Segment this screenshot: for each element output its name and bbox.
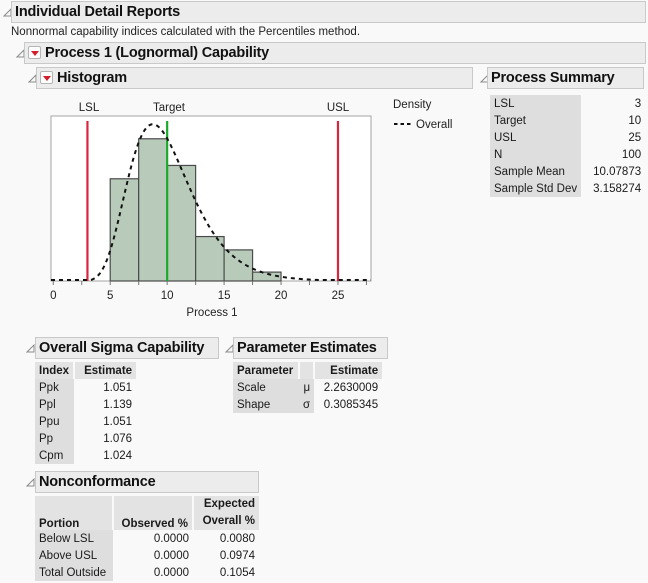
legend-title: Density bbox=[393, 99, 432, 111]
summary-row: USL 25 bbox=[490, 129, 645, 146]
observed-pct: 0.0000 bbox=[153, 566, 189, 579]
summary-label: USL bbox=[490, 129, 582, 146]
column-header-symbol bbox=[299, 362, 316, 379]
histogram-bar-3 bbox=[195, 235, 225, 282]
lsl-label: LSL bbox=[79, 102, 100, 114]
observed-pct: 0.0000 bbox=[153, 549, 189, 562]
column-header-estimate: Estimate bbox=[314, 362, 383, 379]
column-header-portion: Portion bbox=[35, 496, 114, 530]
capability-row: Ppk 1.051 bbox=[35, 379, 136, 396]
summary-row: Sample Mean 10.07873 bbox=[490, 163, 645, 180]
summary-label: N bbox=[490, 146, 582, 163]
process-summary-table: LSL 3 Target 10 USL 25 N 100 Sample Mean 10.07873… bbox=[490, 95, 645, 197]
nonconformance-table: Portion Observed % Expected Overall % Bel… bbox=[35, 496, 259, 581]
index-estimate: 1.139 bbox=[103, 398, 133, 411]
usl-label: USL bbox=[327, 102, 350, 114]
overall-sigma-table: Index Estimate Ppk 1.051 Ppl 1.139 Ppu 1.051 P… bbox=[35, 362, 137, 464]
overall-pct-label: Overall % bbox=[202, 515, 255, 527]
summary-value: 100 bbox=[621, 148, 642, 161]
portion-label: Total Outside bbox=[35, 564, 113, 581]
nonconformance-header[interactable]: Nonconformance bbox=[35, 471, 259, 493]
expected-overall-pct: 0.0080 bbox=[219, 532, 255, 545]
parameter-estimate: 0.3085345 bbox=[323, 398, 379, 411]
x-tick-label: 0 bbox=[50, 290, 56, 302]
portion-label: Above USL bbox=[35, 547, 113, 564]
x-tick-label: 10 bbox=[161, 290, 174, 302]
summary-row: N 100 bbox=[490, 146, 645, 163]
summary-label: LSL bbox=[490, 95, 582, 112]
summary-row: LSL 3 bbox=[490, 95, 645, 112]
index-estimate: 1.024 bbox=[103, 449, 133, 462]
parameter-row: Scale μ 2.2630009 bbox=[233, 379, 382, 396]
parameter-estimates-table: Parameter Estimate Scale μ 2.2630009 Shape σ… bbox=[233, 362, 383, 413]
summary-value: 3 bbox=[634, 97, 642, 110]
x-tick-label: 15 bbox=[218, 290, 231, 302]
summary-label: Sample Std Dev bbox=[490, 180, 582, 197]
expected-label: Expected bbox=[203, 498, 255, 510]
index-name: Ppk bbox=[35, 379, 75, 396]
summary-value: 10 bbox=[628, 114, 642, 127]
summary-label: Target bbox=[490, 112, 582, 129]
column-header-index: Index bbox=[35, 362, 76, 379]
histogram-bar-2 bbox=[166, 164, 197, 282]
process-summary-header[interactable]: Process Summary bbox=[487, 67, 644, 89]
summary-row: Target 10 bbox=[490, 112, 645, 129]
capability-row: Pp 1.076 bbox=[35, 430, 136, 447]
observed-pct: 0.0000 bbox=[153, 532, 189, 545]
parameter-symbol: σ bbox=[299, 396, 315, 413]
expected-overall-pct: 0.1054 bbox=[219, 566, 255, 579]
x-tick-label: 25 bbox=[332, 290, 345, 302]
summary-row: Sample Std Dev 3.158274 bbox=[490, 180, 645, 197]
target-label: Target bbox=[153, 102, 186, 114]
index-name: Ppl bbox=[35, 396, 75, 413]
summary-label: Sample Mean bbox=[490, 163, 582, 180]
x-tick-label: 5 bbox=[107, 290, 113, 302]
parameter-estimates-header[interactable]: Parameter Estimates bbox=[233, 337, 388, 359]
x-axis-title: Process 1 bbox=[186, 307, 237, 319]
parameter-name: Scale bbox=[233, 379, 299, 396]
column-header-observed: Observed % bbox=[113, 496, 194, 530]
index-estimate: 1.051 bbox=[103, 415, 133, 428]
histogram-bar-1 bbox=[138, 138, 168, 282]
summary-value: 25 bbox=[628, 131, 642, 144]
legend-item-overall: Overall bbox=[416, 119, 452, 131]
index-name: Cpm bbox=[35, 447, 75, 464]
nonconformance-row: Total Outside 0.0000 0.1054 bbox=[35, 564, 259, 581]
disclosure-triangle-icon[interactable] bbox=[26, 478, 35, 487]
x-tick-label: 20 bbox=[275, 290, 288, 302]
column-header-expected-overall: Expected Overall % bbox=[193, 496, 259, 530]
index-name: Ppu bbox=[35, 413, 75, 430]
parameter-symbol: μ bbox=[299, 379, 315, 396]
parameter-name: Shape bbox=[233, 396, 299, 413]
capability-row: Cpm 1.024 bbox=[35, 447, 136, 464]
index-estimate: 1.051 bbox=[103, 381, 133, 394]
histogram-bar-0 bbox=[109, 178, 140, 282]
expected-overall-pct: 0.0974 bbox=[219, 549, 255, 562]
index-estimate: 1.076 bbox=[103, 432, 133, 445]
parameter-row: Shape σ 0.3085345 bbox=[233, 396, 382, 413]
index-name: Pp bbox=[35, 430, 75, 447]
column-header-estimate: Estimate bbox=[74, 362, 137, 379]
summary-value: 10.07873 bbox=[593, 165, 642, 178]
nonconformance-row: Below LSL 0.0000 0.0080 bbox=[35, 530, 259, 547]
capability-row: Ppl 1.139 bbox=[35, 396, 136, 413]
capability-row: Ppu 1.051 bbox=[35, 413, 136, 430]
portion-label: Below LSL bbox=[35, 530, 113, 547]
nonconformance-row: Above USL 0.0000 0.0974 bbox=[35, 547, 259, 564]
column-header-parameter: Parameter bbox=[233, 362, 300, 379]
overall-sigma-capability-header[interactable]: Overall Sigma Capability bbox=[35, 337, 219, 359]
parameter-estimate: 2.2630009 bbox=[323, 381, 379, 394]
summary-value: 3.158274 bbox=[593, 182, 642, 195]
disclosure-triangle-icon[interactable] bbox=[26, 344, 35, 353]
